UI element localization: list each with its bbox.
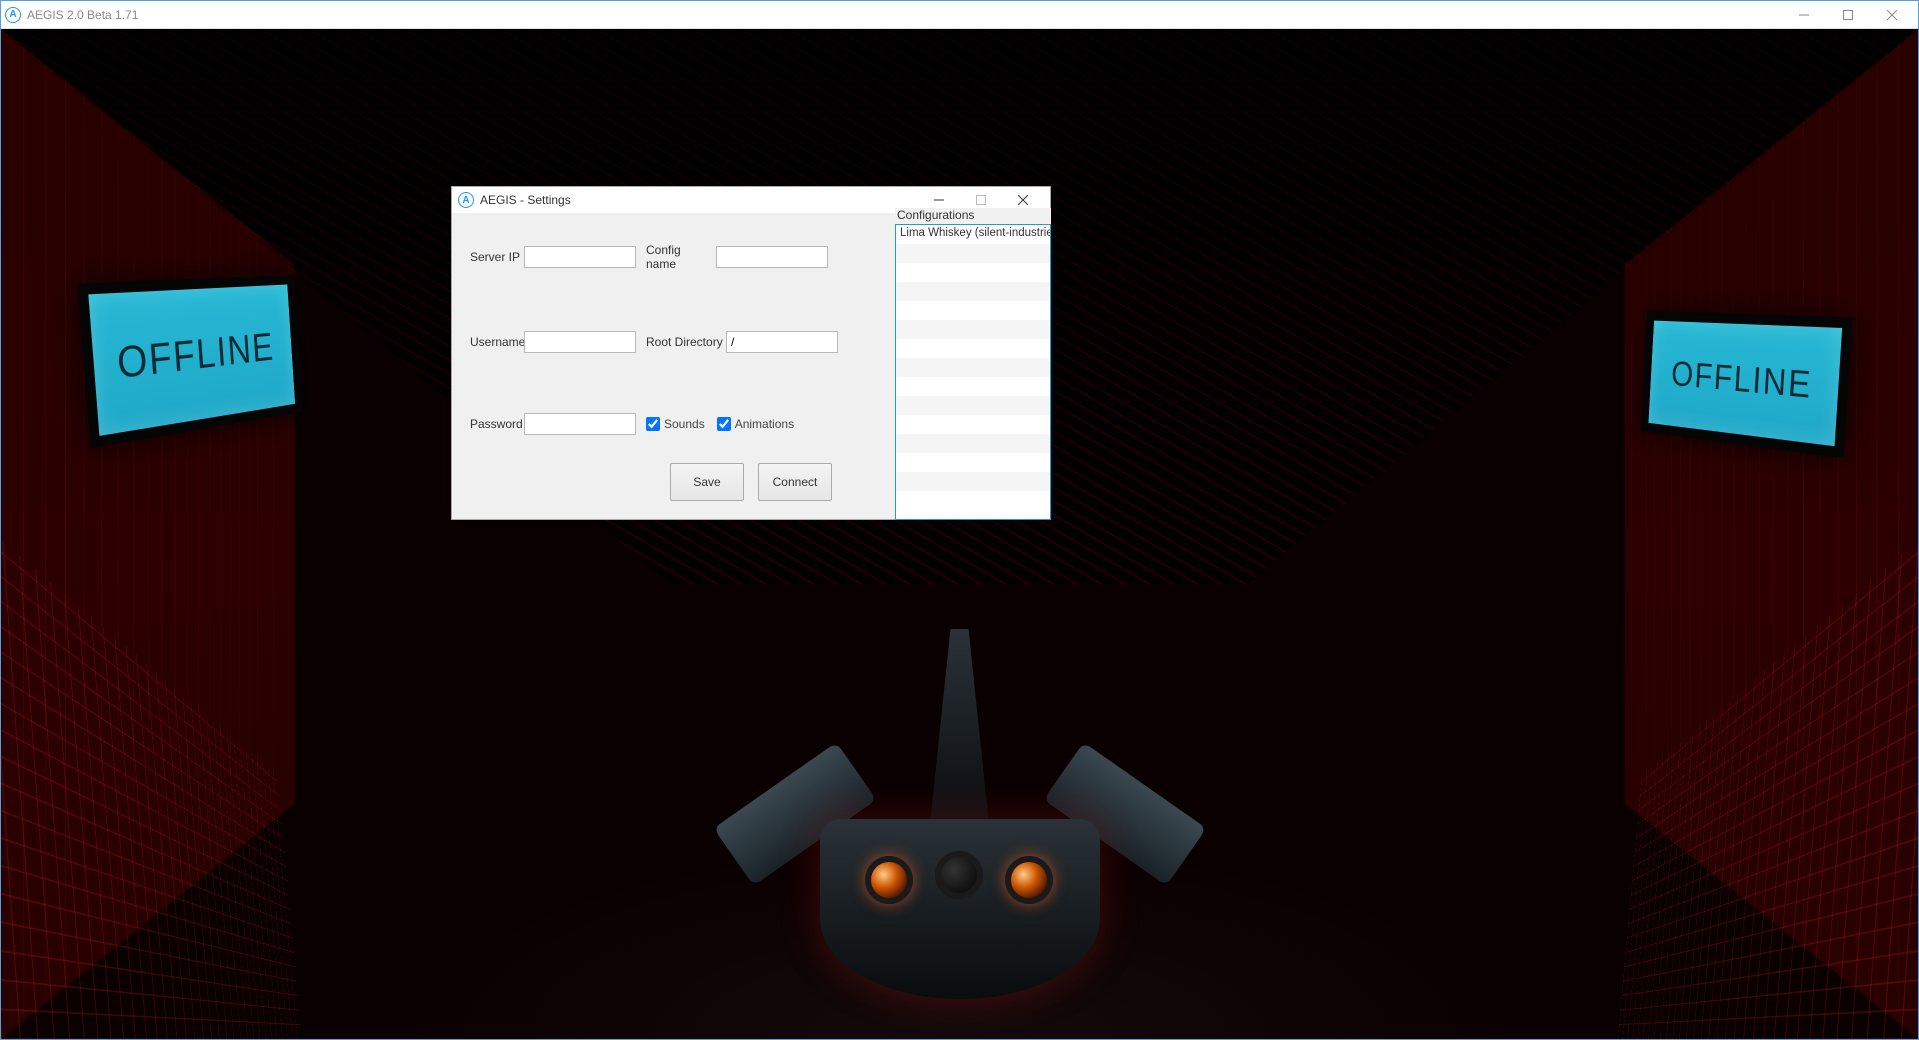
app-icon: A xyxy=(5,7,21,23)
titlebar: A AEGIS 2.0 Beta 1.71 xyxy=(1,1,1918,29)
label-server-ip: Server IP xyxy=(470,250,522,264)
configurations-list[interactable]: Lima Whiskey (silent-industries.cz) xyxy=(895,224,1051,520)
config-item[interactable] xyxy=(896,396,1050,415)
sounds-checkbox[interactable] xyxy=(646,417,660,431)
config-item[interactable] xyxy=(896,244,1050,263)
config-item[interactable] xyxy=(896,301,1050,320)
config-item[interactable] xyxy=(896,453,1050,472)
label-config-name: Config name xyxy=(646,243,714,271)
offline-text-right: OFFLINE xyxy=(1670,354,1813,408)
password-input[interactable] xyxy=(524,413,636,435)
root-directory-input[interactable] xyxy=(726,331,838,353)
connect-button[interactable]: Connect xyxy=(758,463,832,501)
minimize-button[interactable] xyxy=(1782,1,1826,29)
configurations-label: Configurations xyxy=(895,208,1051,224)
center-mech xyxy=(750,619,1170,1039)
game-viewport: OFFLINE OFFLINE A AEGIS - Settings xyxy=(1,29,1918,1039)
config-item[interactable] xyxy=(896,415,1050,434)
config-item[interactable] xyxy=(896,263,1050,282)
dialog-app-icon: A xyxy=(458,192,474,208)
sounds-checkbox-wrap[interactable]: Sounds xyxy=(646,417,705,431)
config-item[interactable] xyxy=(896,491,1050,510)
close-button[interactable] xyxy=(1870,1,1914,29)
label-animations: Animations xyxy=(735,417,794,431)
config-item[interactable] xyxy=(896,320,1050,339)
offline-text-left: OFFLINE xyxy=(115,324,275,389)
window-controls xyxy=(1782,1,1914,29)
config-item[interactable] xyxy=(896,377,1050,396)
save-button[interactable]: Save xyxy=(670,463,744,501)
maximize-button[interactable] xyxy=(1826,1,1870,29)
config-item[interactable]: Lima Whiskey (silent-industries.cz) xyxy=(896,225,1050,244)
app-title: AEGIS 2.0 Beta 1.71 xyxy=(27,8,1782,22)
animations-checkbox-wrap[interactable]: Animations xyxy=(717,417,794,431)
config-item[interactable] xyxy=(896,434,1050,453)
dialog-title: AEGIS - Settings xyxy=(480,193,571,207)
label-root-directory: Root Directory xyxy=(646,335,724,349)
app-window: A AEGIS 2.0 Beta 1.71 OFFLINE OFFLINE xyxy=(0,0,1919,1040)
config-item[interactable] xyxy=(896,339,1050,358)
username-input[interactable] xyxy=(524,331,636,353)
label-password: Password xyxy=(470,417,522,431)
config-name-input[interactable] xyxy=(716,246,828,268)
configurations-panel: Configurations Lima Whiskey (silent-indu… xyxy=(895,208,1051,520)
animations-checkbox[interactable] xyxy=(717,417,731,431)
server-ip-input[interactable] xyxy=(524,246,636,268)
label-sounds: Sounds xyxy=(664,417,705,431)
config-item[interactable] xyxy=(896,472,1050,491)
config-item[interactable] xyxy=(896,282,1050,301)
label-username: Username xyxy=(470,335,522,349)
config-item[interactable] xyxy=(896,358,1050,377)
